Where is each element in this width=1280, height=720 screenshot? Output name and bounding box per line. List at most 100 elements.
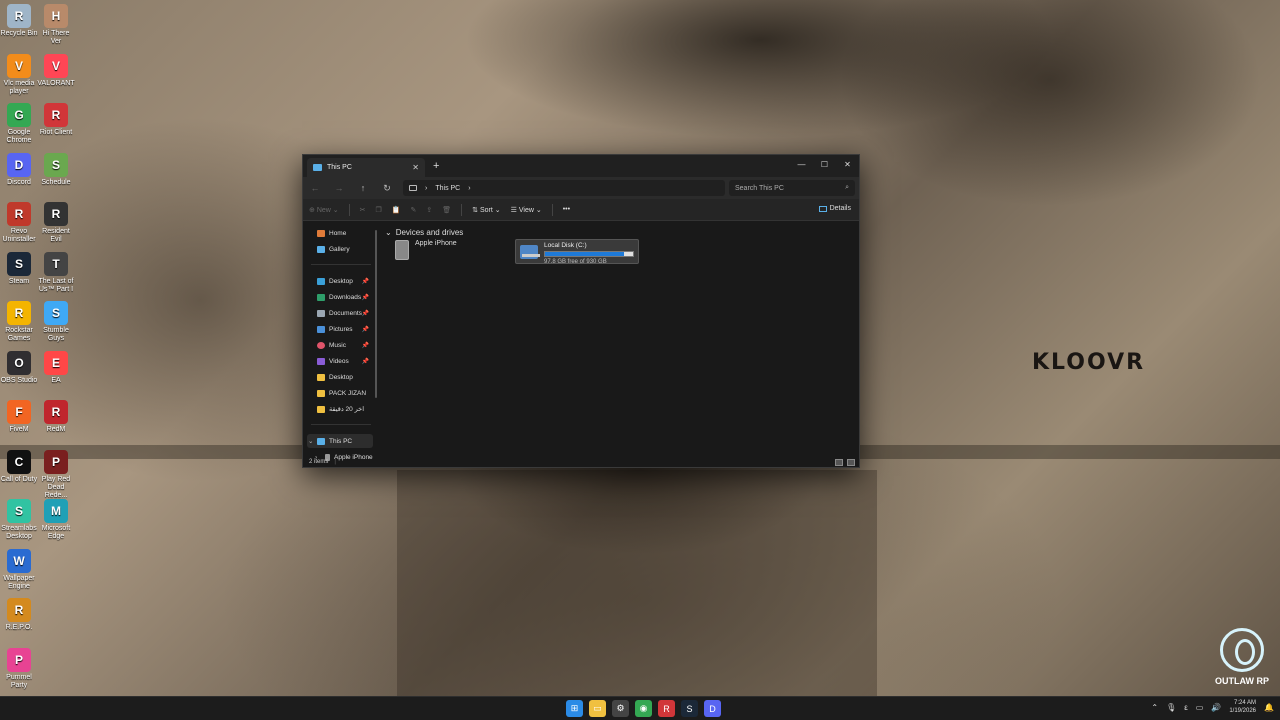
desktop-icon-revo[interactable]: R Revo Uninstaller: [0, 202, 38, 244]
tlou-icon: T: [44, 251, 68, 276]
close-tab-icon[interactable]: ✕: [412, 163, 419, 172]
notification-bell-icon[interactable]: 🔔: [1264, 703, 1274, 712]
desktop-icon-stumble-guys[interactable]: S Stumble Guys: [37, 301, 75, 343]
language-icon[interactable]: ε: [1184, 703, 1188, 712]
paste-icon[interactable]: 📋: [392, 206, 401, 214]
nav-item-desktop-pinned[interactable]: Desktop 📌: [307, 274, 373, 288]
breadcrumb-chevron-icon[interactable]: ›: [468, 185, 470, 192]
desktop-icon-label: Play Red Dead Rede...: [41, 475, 71, 499]
downloads-icon: [317, 293, 325, 301]
rdr-icon: P: [44, 449, 68, 474]
desktop-icon-edge[interactable]: M Microsoft Edge: [37, 499, 75, 541]
copy-icon[interactable]: ❐: [376, 206, 382, 214]
nav-item-pictures[interactable]: Pictures 📌: [307, 322, 373, 336]
back-arrow-icon[interactable]: ←: [303, 183, 327, 193]
desktop-icon-wallpaper-engine[interactable]: W Wallpaper Engine: [0, 548, 38, 591]
settings-icon[interactable]: ⚙: [612, 700, 629, 717]
nav-item-downloads[interactable]: Downloads 📌: [307, 290, 373, 304]
drive-local-disk-c[interactable]: Local Disk (C:) 97.8 GB free of 930 GB: [515, 239, 639, 265]
desktop-icon-repo[interactable]: R R.E.P.O.: [0, 598, 38, 632]
desktop-icon-vlc[interactable]: V Vlc media player: [0, 53, 38, 96]
desktop-icon-label: Discord: [7, 178, 31, 186]
desktop-icon-resident-evil[interactable]: R Resident Evil: [37, 202, 75, 244]
desktop-icon-label: Riot Client: [39, 129, 73, 136]
riot-icon[interactable]: R: [658, 700, 675, 717]
desktop-icon-steam[interactable]: S Steam: [0, 251, 38, 286]
new-tab-button[interactable]: +: [433, 160, 439, 172]
rename-icon[interactable]: ✎: [411, 206, 417, 214]
breadcrumb[interactable]: › This PC ›: [403, 180, 725, 196]
network-icon[interactable]: ▭: [1196, 703, 1204, 712]
desktop-icon-streamlabs[interactable]: S Streamlabs Desktop: [0, 499, 38, 541]
desktop-icon-valorant[interactable]: V VALORANT: [37, 53, 75, 88]
desktop-icon-redm[interactable]: R RedM: [37, 400, 75, 434]
nav-item-folder-desktop[interactable]: Desktop: [307, 370, 373, 384]
more-options-button[interactable]: •••: [563, 206, 570, 213]
search-input[interactable]: Search This PC ⌕: [729, 180, 855, 196]
rockstar-icon: R: [7, 301, 31, 325]
nav-item-arabic-folder[interactable]: اخر 20 دقيقة: [307, 402, 373, 416]
folder-icon: [317, 389, 325, 397]
desktop-icon-rockstar[interactable]: R Rockstar Games: [0, 301, 38, 343]
desktop-icon-label: EA: [51, 376, 61, 384]
file-explorer-icon[interactable]: ▭: [589, 700, 606, 717]
desktop-icon-hi-there[interactable]: H Hi There Ver: [37, 4, 75, 46]
item-count: 2 items: [309, 459, 329, 465]
clock[interactable]: 7:24 AM 1/19/2026: [1229, 699, 1256, 715]
this-pc-icon: [313, 164, 322, 171]
desktop-icon-schedule[interactable]: S Schedule: [37, 152, 75, 187]
nav-item-pack-jizan[interactable]: PACK JIZAN: [307, 386, 373, 400]
windows-start-icon[interactable]: ⊞: [566, 700, 583, 717]
nav-item-gallery[interactable]: Gallery: [307, 242, 373, 256]
chrome-icon[interactable]: ◉: [635, 700, 652, 717]
details-button[interactable]: Details: [818, 205, 851, 212]
desktop-icon-rdr[interactable]: P Play Red Dead Rede...: [37, 449, 75, 500]
sort-button[interactable]: ⇅ Sort ⌄: [472, 206, 500, 214]
tab-this-pc[interactable]: This PC ✕: [307, 158, 425, 177]
desktop-icon-riot[interactable]: R Riot Client: [37, 103, 75, 137]
iphone-icon: [395, 240, 409, 260]
maximize-button[interactable]: ☐: [813, 157, 836, 171]
nav-item-documents[interactable]: Documents 📌: [307, 306, 373, 320]
desktop-icon-ea[interactable]: E EA: [37, 350, 75, 385]
devices-and-drives-header[interactable]: ⌄ Devices and drives: [385, 228, 463, 237]
steam-icon[interactable]: S: [681, 700, 698, 717]
nav-item-this-pc[interactable]: ⌄ This PC: [307, 434, 373, 448]
desktop-icon-pummel-party[interactable]: P Pummel Party: [0, 647, 38, 690]
new-button[interactable]: ⊕ New ⌄: [309, 206, 339, 214]
forward-arrow-icon[interactable]: →: [327, 183, 351, 193]
pin-icon: 📌: [361, 358, 369, 365]
view-button[interactable]: ☰ View ⌄: [511, 206, 542, 214]
chevron-up-icon[interactable]: ⌃: [1151, 703, 1158, 712]
device-apple-iphone[interactable]: Apple iPhone: [395, 240, 457, 260]
up-arrow-icon[interactable]: ↑: [351, 183, 375, 193]
share-icon[interactable]: ⇪: [426, 206, 432, 214]
desktop-icon-tlou[interactable]: T The Last of Us™ Part I: [37, 251, 75, 294]
close-window-button[interactable]: ✕: [836, 157, 859, 171]
desktop-icon-fivem[interactable]: F FiveM: [0, 400, 38, 434]
navpane-scrollbar[interactable]: [375, 230, 377, 398]
nav-item-home[interactable]: Home: [307, 226, 373, 240]
nav-item-music[interactable]: Music 📌: [307, 338, 373, 352]
breadcrumb-item-this-pc[interactable]: This PC: [435, 185, 460, 192]
cut-icon[interactable]: ✂: [360, 206, 366, 214]
refresh-icon[interactable]: ↻: [375, 183, 399, 194]
discord-icon[interactable]: D: [704, 700, 721, 717]
volume-icon[interactable]: 🔊: [1211, 703, 1221, 712]
desktop-icon-discord[interactable]: D Discord: [0, 152, 38, 187]
desktop-icon-recycle-bin[interactable]: R Recycle Bin: [0, 4, 38, 38]
chevron-down-icon[interactable]: ⌄: [308, 437, 313, 445]
title-bar[interactable]: This PC ✕ + — ☐ ✕: [303, 155, 859, 177]
minimize-button[interactable]: —: [790, 157, 813, 171]
nav-item-videos[interactable]: Videos 📌: [307, 354, 373, 368]
desktop-icon-cod[interactable]: C Call of Duty: [0, 449, 38, 484]
microphone-icon[interactable]: 🎙: [1166, 703, 1176, 712]
desktop-icon-chrome[interactable]: G Google Chrome: [0, 103, 38, 145]
details-view-icon[interactable]: [835, 459, 843, 466]
desktop-icon-label: Schedule: [41, 178, 71, 186]
delete-icon[interactable]: 🗑: [442, 206, 451, 214]
taskbar: ⊞ ▭ ⚙ ◉ R S D ⌃ 🎙 ε ▭ 🔊 7:24 AM 1/19/2026 🔔: [0, 696, 1280, 720]
tiles-view-icon[interactable]: [847, 459, 855, 466]
desktop-icon-obs[interactable]: O OBS Studio: [0, 350, 38, 385]
pin-icon: 📌: [361, 294, 369, 301]
